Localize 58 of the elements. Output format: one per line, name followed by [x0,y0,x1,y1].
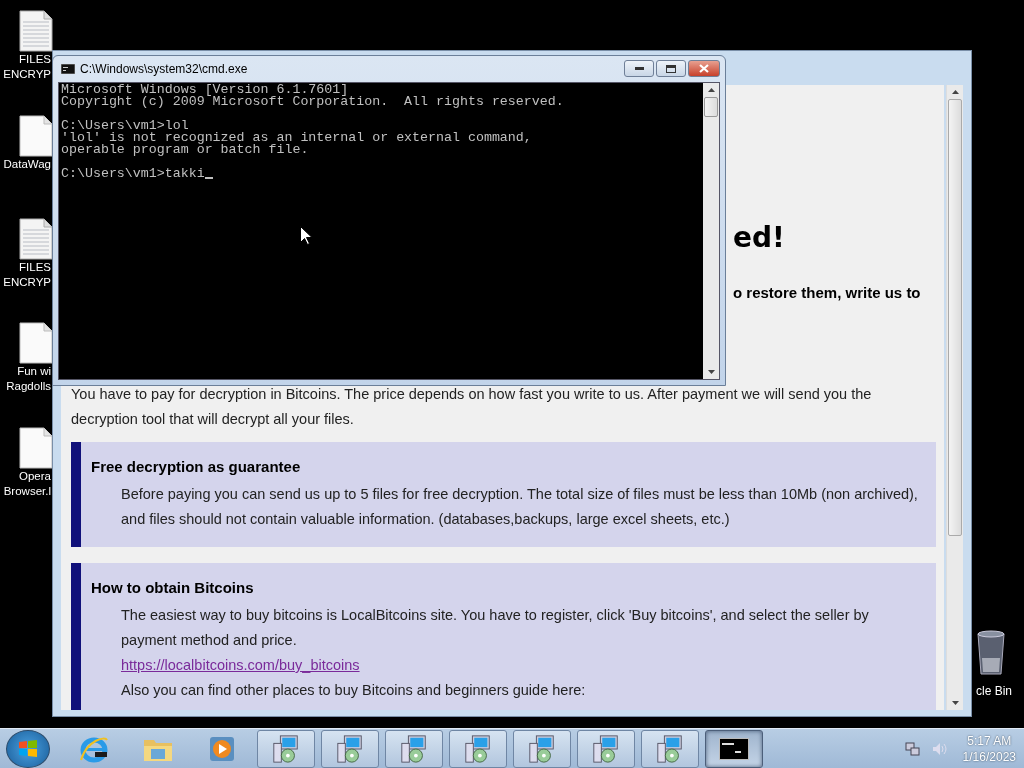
scroll-thumb[interactable] [704,97,718,117]
minimize-icon [634,67,644,70]
console-icon [719,737,749,760]
panel-text: Also you can find other places to buy Bitcoins and beginners guide here: [120,681,587,700]
scroll-up-icon[interactable] [707,88,715,92]
windows-logo-icon [18,738,38,759]
panel-title: How to obtain Bitcoins [91,578,255,598]
panel-title: Free decryption as guarantee [91,457,302,477]
console-line: C:\Users\vm1>lol [61,120,189,132]
scroll-up-icon[interactable] [951,90,959,94]
payment-paragraph: You have to pay for decryption in Bitcoins. The price depends on how fast you write to us. After payment we will send you the decryption tool that will decrypt all your files. [71,385,873,429]
network-icon[interactable] [904,740,921,757]
scroll-down-icon[interactable] [951,701,959,705]
maximize-icon [666,64,676,73]
panel-text: The easiest way to buy bitcoins is LocalBitcoins site. You have to register, click 'Buy bitcoins', and select the seller by payment method and price. [120,606,870,650]
computer-disc-icon [271,733,301,764]
console-line: Copyright (c) 2009 Microsoft Corporation. All rights reserved. [61,96,565,108]
start-button[interactable] [6,729,50,768]
text-cursor [204,177,213,179]
bitcoin-link[interactable]: https://localbitcoins.com/buy_bitcoins [121,653,360,678]
file-name-label: Opera Browser.l [3,469,51,499]
media-player-icon [209,735,235,762]
console-icon [61,64,75,74]
blank-file-icon[interactable] [18,427,53,469]
computer-disc-icon [335,733,365,764]
maximize-button[interactable] [656,60,686,77]
mouse-pointer-icon [300,226,312,245]
panel-text: Before paying you can send us up to 5 files for free decryption. The total size of files must be less than 10Mb (non archived), and files should not contain valuable information. (databases,backups, large excel sheets, etc.) [120,485,919,529]
recycle-bin-label: cle Bin [976,684,1013,698]
scroll-down-icon[interactable] [707,370,715,374]
file-name-label: FILES ENCRYP [3,260,51,290]
close-button[interactable] [688,60,720,77]
note-heading: ed! [733,222,785,254]
scroll-thumb[interactable] [948,99,962,536]
console-line: operable program or batch file. [61,144,310,156]
window-title: C:\Windows\system32\cmd.exe [80,62,248,76]
computer-disc-icon [399,733,429,764]
minimize-button[interactable] [624,60,654,77]
console-line: 'lol' is not recognized as an internal or external command, [61,132,533,144]
file-name-label: Fun wi Ragdolls [6,364,51,394]
console-line: Microsoft Windows [Version 6.1.7601] [61,84,349,96]
file-name-label: FILES ENCRYP [3,52,51,82]
file-name-label: DataWag [3,157,51,172]
scrollbar[interactable] [946,85,963,710]
scrollbar[interactable] [703,83,719,379]
close-icon [699,64,709,73]
computer-disc-icon [527,733,557,764]
text-file-icon[interactable] [18,10,53,52]
computer-disc-icon [591,733,621,764]
text-file-icon[interactable] [18,218,53,260]
blank-file-icon[interactable] [18,115,53,157]
computer-disc-icon [463,733,493,764]
console-prompt[interactable]: C:\Users\vm1>takki [61,168,205,180]
blank-file-icon[interactable] [18,322,53,364]
note-subheading: o restore them, write us to [733,284,921,301]
recycle-bin-icon[interactable] [976,630,1006,676]
computer-disc-icon [655,733,685,764]
taskbar-button[interactable] [705,729,763,768]
